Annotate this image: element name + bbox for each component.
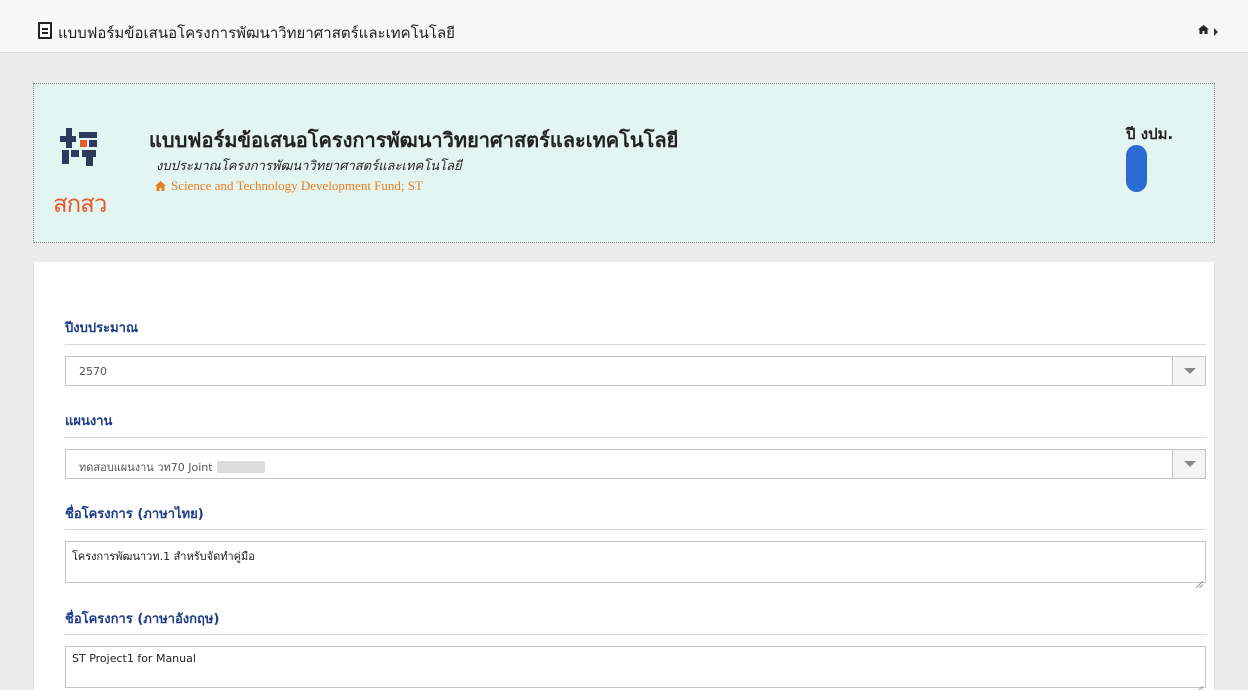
plan-select[interactable]: ทดสอบแผนงาน วท70 Joint (65, 449, 1206, 479)
home-icon (155, 179, 166, 191)
top-bar: แบบฟอร์มข้อเสนอโครงการพัฒนาวิทยาศาสตร์แล… (0, 0, 1248, 53)
form-header-panel: สกสว แบบฟอร์มข้อเสนอโครงการพัฒนาวิทยาศาส… (33, 83, 1215, 243)
divider (65, 344, 1206, 345)
form-title: แบบฟอร์มข้อเสนอโครงการพัฒนาวิทยาศาสตร์แล… (149, 128, 679, 152)
fund-link[interactable]: Science and Technology Development Fund;… (155, 178, 423, 194)
redacted-text (216, 461, 265, 473)
project-name-th-label: ชื่อโครงการ (ภาษาไทย) (65, 507, 204, 522)
project-name-th-value: โครงการพัฒนาวท.1 สำหรับจัดทำคู่มือ (72, 550, 255, 563)
home-icon[interactable] (1198, 25, 1209, 34)
project-name-en-value: ST Project1 for Manual (72, 652, 196, 665)
fund-label: Science and Technology Development Fund;… (171, 178, 423, 193)
resize-handle-icon[interactable] (1195, 573, 1204, 589)
fiscal-year-select[interactable]: 2570 (65, 356, 1206, 386)
logo-text: สกสว (53, 190, 107, 218)
divider (65, 634, 1206, 635)
fiscal-year-label: ปีงบประมาณ (65, 321, 138, 336)
plan-label: แผนงาน (65, 414, 113, 429)
chevron-down-icon (1184, 368, 1196, 374)
caret-right-icon[interactable] (1214, 28, 1218, 36)
form-panel: ปีงบประมาณ 2570 แผนงาน ทดสอบแผนงาน วท70 … (33, 262, 1215, 690)
document-icon (38, 22, 52, 39)
tsri-logo: สกสว (53, 128, 123, 218)
resize-handle-icon[interactable] (1196, 678, 1204, 690)
page-title: แบบฟอร์มข้อเสนอโครงการพัฒนาวิทยาศาสตร์แล… (58, 24, 455, 42)
chevron-down-icon (1184, 461, 1196, 467)
divider (65, 529, 1206, 530)
project-name-en-textarea[interactable]: ST Project1 for Manual (65, 646, 1206, 690)
plan-dropdown-button[interactable] (1172, 450, 1205, 478)
divider (65, 437, 1206, 438)
plan-value-wrap: ทดสอบแผนงาน วท70 Joint (79, 458, 265, 476)
budget-year-label: ปี งปม. (1126, 125, 1174, 143)
fiscal-year-value: 2570 (79, 365, 107, 378)
plan-value: ทดสอบแผนงาน วท70 Joint (79, 461, 213, 474)
project-name-th-textarea[interactable]: โครงการพัฒนาวท.1 สำหรับจัดทำคู่มือ (65, 541, 1206, 589)
budget-year-toggle[interactable] (1126, 145, 1147, 192)
fiscal-year-dropdown-button[interactable] (1172, 357, 1205, 385)
project-name-en-label: ชื่อโครงการ (ภาษาอังกฤษ) (65, 612, 220, 627)
form-subtitle: งบประมาณโครงการพัฒนาวิทยาศาสตร์และเทคโนโ… (156, 159, 462, 174)
